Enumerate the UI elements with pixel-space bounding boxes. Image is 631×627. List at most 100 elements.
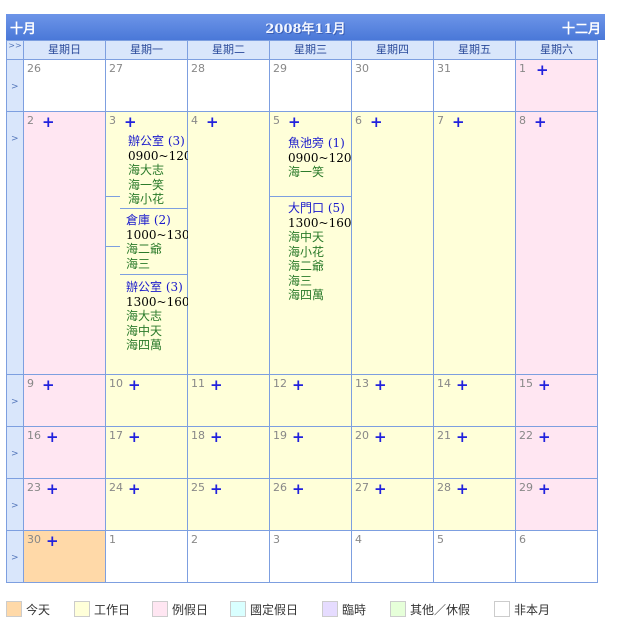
add-event-icon[interactable]: + — [370, 115, 383, 130]
day-cell[interactable]: 3 + 辦公室 (3) 0900~1200 海大志 海一笑 海小花 倉庫 (2) 1000~13… — [105, 111, 199, 375]
day-cell[interactable]: 29 + — [515, 478, 598, 531]
week-arrow-icon[interactable]: > — [11, 553, 19, 563]
day-cell[interactable]: 8 + — [515, 111, 598, 375]
day-cell[interactable]: 12 + — [269, 374, 352, 427]
week-arrow-icon[interactable]: > — [11, 134, 19, 144]
week-arrow-icon[interactable]: > — [11, 501, 19, 511]
day-cell[interactable]: 19 + — [269, 426, 352, 479]
day-cell[interactable]: 7 + — [433, 111, 516, 375]
event-entry[interactable]: 辦公室 (3) 1300~1600 海大志 海中天 海四萬 — [126, 280, 197, 353]
event-location[interactable]: 大門口 (5) — [288, 201, 359, 216]
day-cell[interactable]: 15 + — [515, 374, 598, 427]
add-event-icon[interactable]: + — [124, 115, 137, 130]
day-cell[interactable]: 4 + — [187, 111, 270, 375]
add-event-icon[interactable]: + — [456, 430, 469, 445]
day-cell[interactable]: 10 + — [105, 374, 188, 427]
add-event-icon[interactable]: + — [456, 482, 469, 497]
add-event-icon[interactable]: + — [538, 378, 551, 393]
add-event-icon[interactable]: + — [128, 430, 141, 445]
day-cell[interactable]: 22 + — [515, 426, 598, 479]
day-cell[interactable]: 13 + — [351, 374, 434, 427]
add-event-icon[interactable]: + — [42, 378, 55, 393]
day-cell[interactable]: 5 + 魚池旁 (1) 0900~1200 海一笑 大門口 (5) 1300~1600 海中天… — [269, 111, 359, 375]
day-cell[interactable]: 1 — [105, 530, 188, 583]
day-cell[interactable]: 1 + — [515, 59, 598, 112]
day-cell[interactable]: 14 + — [433, 374, 516, 427]
day-cell[interactable]: 4 — [351, 530, 434, 583]
day-cell[interactable]: 6 — [515, 530, 598, 583]
week-arrow-icon[interactable]: > — [11, 397, 19, 407]
event-person[interactable]: 海四萬 — [126, 338, 197, 353]
event-location[interactable]: 辦公室 (3) — [126, 280, 197, 295]
day-cell[interactable]: 11 + — [187, 374, 270, 427]
day-cell[interactable]: 18 + — [187, 426, 270, 479]
week-arrow-icon[interactable]: > — [11, 82, 19, 92]
week-arrow-icon[interactable]: > — [11, 449, 19, 459]
add-event-icon[interactable]: + — [128, 378, 141, 393]
day-cell[interactable]: 26 + — [269, 478, 352, 531]
day-cell[interactable]: 25 + — [187, 478, 270, 531]
event-entry[interactable]: 魚池旁 (1) 0900~1200 海一笑 — [288, 136, 359, 180]
add-event-icon[interactable]: + — [538, 430, 551, 445]
week-select-cell[interactable]: > — [6, 478, 24, 531]
day-cell[interactable]: 23 + — [23, 478, 106, 531]
add-event-icon[interactable]: + — [456, 378, 469, 393]
day-cell[interactable]: 17 + — [105, 426, 188, 479]
event-entry[interactable]: 倉庫 (2) 1000~1300 海二爺 海三 — [126, 213, 197, 271]
day-cell[interactable]: 21 + — [433, 426, 516, 479]
add-event-icon[interactable]: + — [210, 482, 223, 497]
day-cell[interactable]: 9 + — [23, 374, 106, 427]
add-event-icon[interactable]: + — [128, 482, 141, 497]
day-cell[interactable]: 31 — [433, 59, 516, 112]
add-event-icon[interactable]: + — [292, 430, 305, 445]
add-event-icon[interactable]: + — [42, 115, 55, 130]
event-person[interactable]: 海二爺 — [288, 259, 359, 274]
event-person[interactable]: 海三 — [288, 274, 359, 289]
add-event-icon[interactable]: + — [538, 482, 551, 497]
day-cell[interactable]: 2 + — [23, 111, 106, 375]
day-cell[interactable]: 27 + — [351, 478, 434, 531]
day-cell[interactable]: 2 — [187, 530, 270, 583]
week-select-cell[interactable]: > — [6, 426, 24, 479]
event-person[interactable]: 海小花 — [288, 245, 359, 260]
event-person[interactable]: 海四萬 — [288, 288, 359, 303]
add-event-icon[interactable]: + — [46, 482, 59, 497]
event-location[interactable]: 倉庫 (2) — [126, 213, 197, 228]
add-event-icon[interactable]: + — [210, 378, 223, 393]
add-event-icon[interactable]: + — [452, 115, 465, 130]
add-event-icon[interactable]: + — [206, 115, 219, 130]
event-person[interactable]: 海一笑 — [288, 165, 359, 180]
add-event-icon[interactable]: + — [46, 430, 59, 445]
next-month-link[interactable]: 十二月 — [562, 18, 601, 37]
day-cell[interactable]: 30 + — [23, 530, 106, 583]
week-select-cell[interactable]: > — [6, 59, 24, 112]
add-event-icon[interactable]: + — [374, 378, 387, 393]
day-cell[interactable]: 27 — [105, 59, 188, 112]
day-cell[interactable]: 16 + — [23, 426, 106, 479]
add-event-icon[interactable]: + — [536, 63, 549, 78]
add-event-icon[interactable]: + — [534, 115, 547, 130]
add-event-icon[interactable]: + — [374, 430, 387, 445]
day-cell[interactable]: 30 — [351, 59, 434, 112]
day-cell[interactable]: 24 + — [105, 478, 188, 531]
event-person[interactable]: 海中天 — [126, 324, 197, 339]
add-event-icon[interactable]: + — [292, 482, 305, 497]
day-cell[interactable]: 20 + — [351, 426, 434, 479]
add-event-icon[interactable]: + — [210, 430, 223, 445]
week-select-cell[interactable]: > — [6, 374, 24, 427]
event-person[interactable]: 海中天 — [288, 230, 359, 245]
day-cell[interactable]: 6 + — [351, 111, 434, 375]
day-cell[interactable]: 29 — [269, 59, 352, 112]
day-cell[interactable]: 28 + — [433, 478, 516, 531]
day-cell[interactable]: 3 — [269, 530, 352, 583]
add-event-icon[interactable]: + — [288, 115, 301, 130]
day-cell[interactable]: 28 — [187, 59, 270, 112]
event-person[interactable]: 海二爺 — [126, 242, 197, 257]
event-entry[interactable]: 大門口 (5) 1300~1600 海中天 海小花 海二爺 海三 海四萬 — [288, 201, 359, 303]
week-select-cell[interactable]: > — [6, 530, 24, 583]
add-event-icon[interactable]: + — [46, 534, 59, 549]
add-event-icon[interactable]: + — [374, 482, 387, 497]
event-person[interactable]: 海大志 — [126, 309, 197, 324]
event-person[interactable]: 海三 — [126, 257, 197, 272]
day-cell[interactable]: 26 — [23, 59, 106, 112]
